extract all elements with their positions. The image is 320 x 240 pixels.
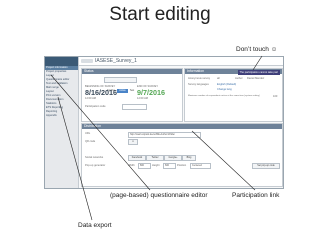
arrow-data-export: [57, 96, 93, 221]
arrow-dont-touch: [252, 55, 263, 71]
arrow-questionnaire-editor: [50, 74, 151, 191]
arrow-participation-link: [191, 130, 256, 191]
annotation-arrows: [50, 55, 263, 221]
